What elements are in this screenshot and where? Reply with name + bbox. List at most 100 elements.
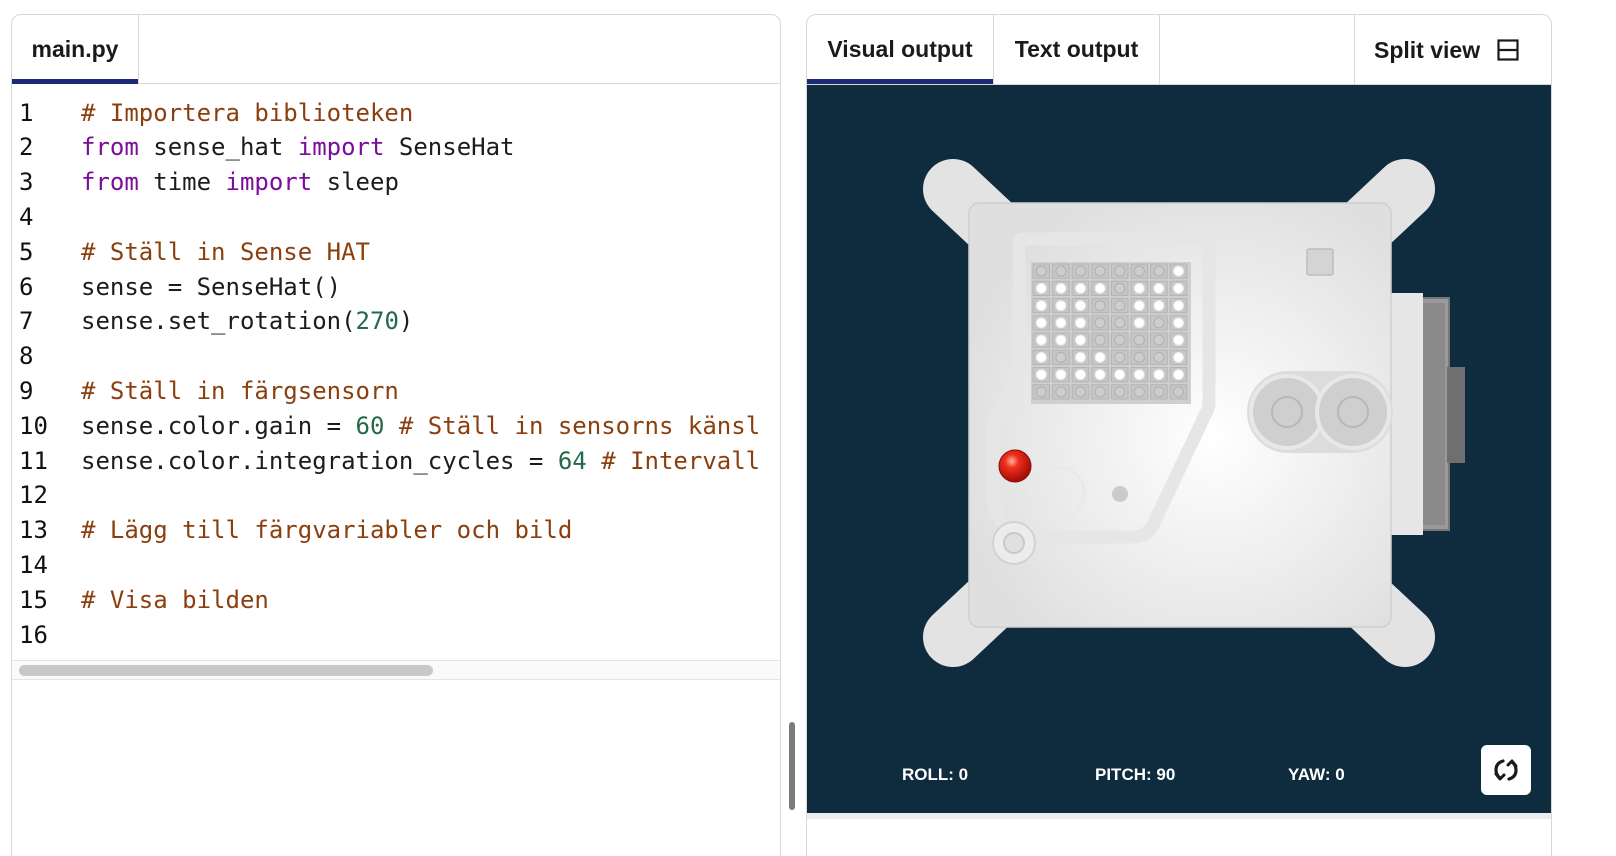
led-pixel-off: [1094, 317, 1106, 329]
split-view-label: Split view: [1374, 36, 1481, 63]
led-pixel-off: [1035, 386, 1047, 398]
led-pixel-on: [1173, 369, 1184, 381]
led-pixel-on: [1173, 300, 1184, 312]
tab-text-output[interactable]: Text output: [994, 15, 1160, 84]
tab-text-output-label: Text output: [1014, 36, 1139, 62]
led-pixel-off: [1055, 386, 1067, 398]
reset-orientation-icon: [1494, 759, 1518, 781]
editor-tab-bar: main.py: [12, 15, 780, 84]
code-line[interactable]: 15 # Visa bilden: [12, 582, 780, 617]
led-pixel-off: [1173, 386, 1184, 398]
output-bottom-bar: [807, 813, 1551, 856]
tab-main-py[interactable]: main.py: [12, 15, 139, 84]
split-view-icon: [1497, 39, 1519, 61]
led-pixel-off: [1153, 317, 1165, 329]
horizontal-scrollbar[interactable]: [12, 660, 780, 680]
code-line[interactable]: 4: [12, 199, 780, 234]
code-line[interactable]: 16: [12, 617, 780, 652]
red-status-led: [998, 449, 1032, 483]
led-pixel-off: [1094, 386, 1106, 398]
pitch-readout: PITCH: 90: [1095, 765, 1176, 784]
sense-hat-emulator: ROLL: 0 PITCH: 90 YAW: 0: [807, 85, 1551, 813]
code-text: sense.set_rotation(270): [81, 307, 414, 336]
split-view-button[interactable]: Split view: [1354, 15, 1551, 85]
led-pixel-on: [1055, 300, 1067, 312]
line-number: 11: [19, 446, 48, 475]
led-pixel-off: [1075, 265, 1086, 277]
led-pixel-on: [1133, 300, 1145, 312]
line-number: 12: [19, 481, 48, 510]
led-pixel-on: [1114, 369, 1126, 381]
code-editor-panel: main.py 1 # Importera biblioteken 2 from se…: [11, 14, 781, 856]
line-number: 14: [19, 550, 48, 579]
code-text: from sense_hat import SenseHat: [81, 133, 515, 162]
code-line[interactable]: 1 # Importera biblioteken: [12, 95, 780, 130]
tab-visual-output-label: Visual output: [827, 36, 973, 62]
reset-orientation-button[interactable]: [1481, 745, 1531, 795]
line-number: 13: [19, 516, 48, 545]
code-line[interactable]: 2 from sense_hat import SenseHat: [12, 130, 780, 165]
line-number: 5: [19, 237, 34, 266]
file-tab-label: main.py: [31, 36, 119, 62]
code-line[interactable]: 5 # Ställ in Sense HAT: [12, 234, 780, 269]
line-number: 8: [19, 342, 34, 371]
led-pixel-on: [1035, 334, 1047, 346]
line-number: 2: [19, 133, 34, 162]
code-line[interactable]: 11 sense.color.integration_cycles = 64 # …: [12, 443, 780, 478]
led-pixel-off: [1133, 351, 1145, 363]
code-text: sense.color.integration_cycles = 64 # In…: [81, 446, 761, 475]
led-pixel-on: [1075, 369, 1086, 381]
led-pixel-off: [1153, 334, 1165, 346]
line-number: 4: [19, 202, 34, 231]
code-line[interactable]: 13 # Lägg till färgvariabler och bild: [12, 513, 780, 548]
code-text: sense = SenseHat(): [81, 272, 342, 301]
led-pixel-off: [1153, 265, 1165, 277]
line-number: 10: [19, 411, 48, 440]
code-line[interactable]: 9 # Ställ in färgsensorn: [12, 373, 780, 408]
led-pixel-on: [1035, 351, 1047, 363]
led-pixel-on: [1133, 317, 1145, 329]
led-pixel-on: [1075, 334, 1086, 346]
code-text: # Lägg till färgvariabler och bild: [81, 516, 573, 545]
code-text: sense.color.gain = 60 # Ställ in sensorn…: [81, 411, 761, 440]
code-line[interactable]: 3 from time import sleep: [12, 165, 780, 200]
joystick-buttons: [1247, 371, 1393, 453]
panel-resize-handle[interactable]: [789, 722, 795, 810]
code-line[interactable]: 8: [12, 339, 780, 374]
led-pixel-on: [1173, 317, 1184, 329]
led-pixel-off: [1133, 265, 1145, 277]
led-pixel-on: [1094, 351, 1106, 363]
code-line[interactable]: 12: [12, 478, 780, 513]
horizontal-scrollbar-thumb[interactable]: [19, 665, 433, 676]
code-line[interactable]: 10 sense.color.gain = 60 # Ställ in senso…: [12, 408, 780, 443]
output-panel: Visual output Text output Split view ROL…: [806, 14, 1552, 856]
output-tab-bar: Visual output Text output Split view: [807, 15, 1551, 85]
led-pixel-on: [1153, 300, 1165, 312]
gpio-connector: [1383, 293, 1465, 535]
tab-visual-output[interactable]: Visual output: [807, 15, 994, 84]
code-area[interactable]: 1 # Importera biblioteken 2 from sense_hat …: [12, 95, 780, 665]
line-number: 7: [19, 307, 34, 336]
led-pixel-on: [1075, 300, 1086, 312]
led-pixel-on: [1153, 369, 1165, 381]
led-pixel-on: [1075, 282, 1086, 294]
code-line[interactable]: 14: [12, 547, 780, 582]
led-pixel-on: [1035, 369, 1047, 381]
sense-hat-board[interactable]: [807, 85, 1551, 813]
line-number: 1: [19, 98, 34, 127]
led-pixel-on: [1075, 351, 1086, 363]
led-pixel-off: [1035, 265, 1047, 277]
led-pixel-off: [1114, 282, 1126, 294]
line-number: 15: [19, 585, 48, 614]
line-number: 16: [19, 620, 48, 649]
led-pixel-off: [1114, 317, 1126, 329]
led-pixel-off: [1133, 334, 1145, 346]
line-number: 6: [19, 272, 34, 301]
led-pixel-off: [1153, 351, 1165, 363]
led-pixel-off: [1114, 300, 1126, 312]
led-pixel-on: [1075, 317, 1086, 329]
code-line[interactable]: 6 sense = SenseHat(): [12, 269, 780, 304]
code-text: # Importera biblioteken: [81, 98, 414, 127]
code-line[interactable]: 7 sense.set_rotation(270): [12, 304, 780, 339]
led-pixel-on: [1055, 317, 1067, 329]
